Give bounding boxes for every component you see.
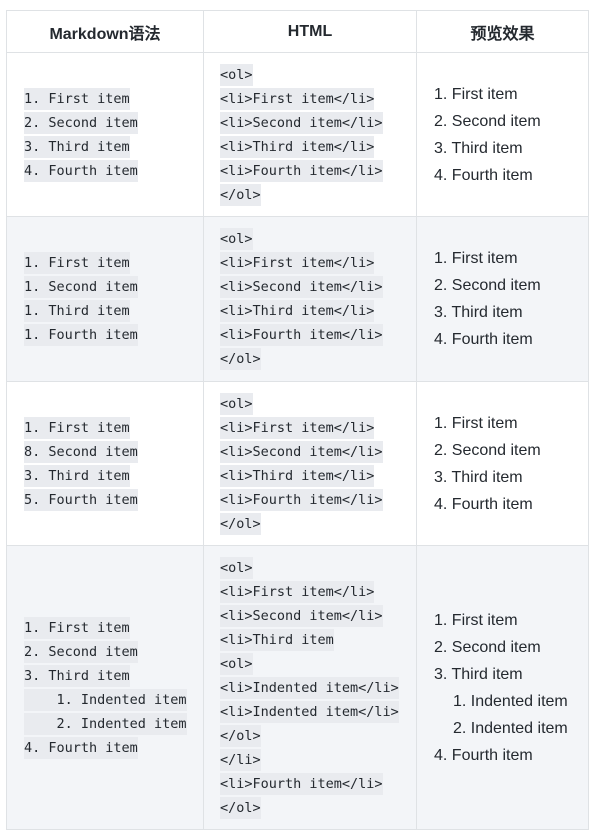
preview-list-item: 2. Second item (434, 112, 541, 130)
html-line: <li>Indented item</li> (220, 676, 399, 699)
markdown-line: 2. Second item (24, 111, 138, 134)
preview-list-item: 2. Second item (434, 638, 541, 656)
html-line: </ol> (220, 724, 261, 747)
table-row: 1. First item 2. Second item 3. Third item… (6, 545, 589, 830)
html-line: <ol> (220, 228, 253, 250)
markdown-code: 1. First item 1. Second item 1. Third item… (24, 251, 138, 347)
html-line: </li> (220, 748, 261, 771)
html-line: <li>Fourth item</li> (220, 324, 383, 346)
markdown-line: 1. First item (24, 416, 130, 439)
html-line: </ol> (220, 796, 261, 819)
markdown-line: 1. First item (24, 252, 130, 274)
html-code: <ol> <li>First item</li> <li>Second item</… (220, 63, 383, 207)
html-line: <ol> (220, 392, 253, 415)
table-row: 1. First item 8. Second item 3. Third item… (6, 381, 589, 546)
preview-cell: 1. First item 2. Second item 3. Third item… (416, 545, 589, 830)
markdown-line: 2. Second item (24, 640, 138, 663)
html-line: <li>Second item</li> (220, 604, 383, 627)
html-cell: <ol> <li>First item</li> <li>Second item</… (203, 52, 417, 217)
markdown-line: 8. Second item (24, 440, 138, 463)
html-line: <li>Fourth item</li> (220, 488, 383, 511)
preview-list-item: 2. Indented item (453, 719, 568, 737)
preview-list-item: 3. Third item (434, 139, 523, 157)
html-line: <li>Third item</li> (220, 464, 375, 487)
preview-cell: 1. First item 2. Second item 3. Third item… (416, 52, 589, 217)
html-line: </ol> (220, 183, 261, 206)
markdown-cell: 1. First item 2. Second item 3. Third item… (6, 545, 204, 830)
preview-list-item: 1. First item (434, 611, 518, 629)
html-line: <li>Indented item</li> (220, 700, 399, 723)
html-line: <ol> (220, 63, 253, 86)
html-code: <ol> <li>First item</li> <li>Second item</… (220, 392, 383, 536)
preview-list-item: 4. Fourth item (434, 331, 533, 348)
html-line: <li>Second item</li> (220, 276, 383, 298)
preview-cell: 1. First item 2. Second item 3. Third item… (416, 216, 589, 382)
html-line: </ol> (220, 512, 261, 535)
markdown-line: 1. First item (24, 87, 130, 110)
markdown-code: 1. First item 2. Second item 3. Third item… (24, 87, 138, 183)
preview-cell: 1. First item 2. Second item 3. Third item… (416, 381, 589, 546)
html-line: <li>Second item</li> (220, 111, 383, 134)
preview-list: 1. First item 2. Second item 3. Third item… (434, 245, 572, 353)
preview-list-item: 3. Third item (434, 468, 523, 486)
markdown-line: 4. Fourth item (24, 736, 138, 759)
preview-list-item: 2. Second item (434, 277, 541, 294)
html-cell: <ol> <li>First item</li> <li>Second item</… (203, 545, 417, 830)
preview-list-item: 3. Third item (434, 304, 523, 321)
markdown-line: 1. First item (24, 616, 130, 639)
html-code: <ol> <li>First item</li> <li>Second item</… (220, 556, 399, 820)
markdown-line: 1. Fourth item (24, 324, 138, 346)
table-row: 1. First item 1. Second item 1. Third item… (6, 216, 589, 382)
markdown-cell: 1. First item 8. Second item 3. Third item… (6, 381, 204, 546)
html-line: <li>Third item</li> (220, 135, 375, 158)
markdown-line: 2. Indented item (24, 712, 187, 735)
html-line: <li>Third item</li> (220, 300, 375, 322)
html-line: <li>First item</li> (220, 416, 375, 439)
markdown-code: 1. First item 2. Second item 3. Third item… (24, 616, 187, 760)
preview-list: 1. First item 2. Second item 3. Third item… (434, 607, 572, 769)
markdown-line: 1. Indented item (24, 688, 187, 711)
header-preview: 预览效果 (416, 10, 589, 53)
html-line: <ol> (220, 556, 253, 579)
ordered-list-syntax-table: Markdown语法 HTML 预览效果 1. First item 2. Sec… (6, 10, 589, 830)
html-code: <ol> <li>First item</li> <li>Second item</… (220, 227, 383, 371)
table-row: 1. First item 2. Second item 3. Third item… (6, 52, 589, 217)
html-cell: <ol> <li>First item</li> <li>Second item</… (203, 216, 417, 382)
markdown-line: 5. Fourth item (24, 488, 138, 511)
preview-list-item: 1. Indented item (453, 692, 568, 710)
preview-list-item: 4. Fourth item (434, 495, 533, 513)
html-line: <li>First item</li> (220, 87, 375, 110)
preview-list-item: 1. First item (434, 250, 518, 267)
markdown-line: 4. Fourth item (24, 159, 138, 182)
markdown-line: 3. Third item (24, 664, 130, 687)
html-line: <ol> (220, 652, 253, 675)
markdown-cell: 1. First item 1. Second item 1. Third item… (6, 216, 204, 382)
preview-list-item: 3. Third item (434, 665, 523, 683)
html-line: <li>First item</li> (220, 580, 375, 603)
html-line: <li>First item</li> (220, 252, 375, 274)
table-header-row: Markdown语法 HTML 预览效果 (6, 10, 589, 53)
header-html: HTML (203, 10, 417, 53)
markdown-code: 1. First item 8. Second item 3. Third item… (24, 416, 138, 512)
preview-list: 1. First item 2. Second item 3. Third item… (434, 410, 572, 518)
html-line: <li>Fourth item</li> (220, 772, 383, 795)
preview-list-item: 2. Second item (434, 441, 541, 459)
markdown-line: 3. Third item (24, 464, 130, 487)
preview-list-item: 1. First item (434, 414, 518, 432)
html-line: </ol> (220, 348, 261, 370)
preview-list-item: 4. Fourth item (434, 746, 533, 764)
html-line: <li>Fourth item</li> (220, 159, 383, 182)
html-line: <li>Third item (220, 628, 334, 651)
html-line: <li>Second item</li> (220, 440, 383, 463)
markdown-line: 3. Third item (24, 135, 130, 158)
markdown-cell: 1. First item 2. Second item 3. Third item… (6, 52, 204, 217)
preview-list-item: 1. First item (434, 85, 518, 103)
header-markdown: Markdown语法 (6, 10, 204, 53)
markdown-line: 1. Third item (24, 300, 130, 322)
preview-list: 1. First item 2. Second item 3. Third item… (434, 81, 572, 189)
html-cell: <ol> <li>First item</li> <li>Second item</… (203, 381, 417, 546)
markdown-line: 1. Second item (24, 276, 138, 298)
preview-list-item: 4. Fourth item (434, 166, 533, 184)
